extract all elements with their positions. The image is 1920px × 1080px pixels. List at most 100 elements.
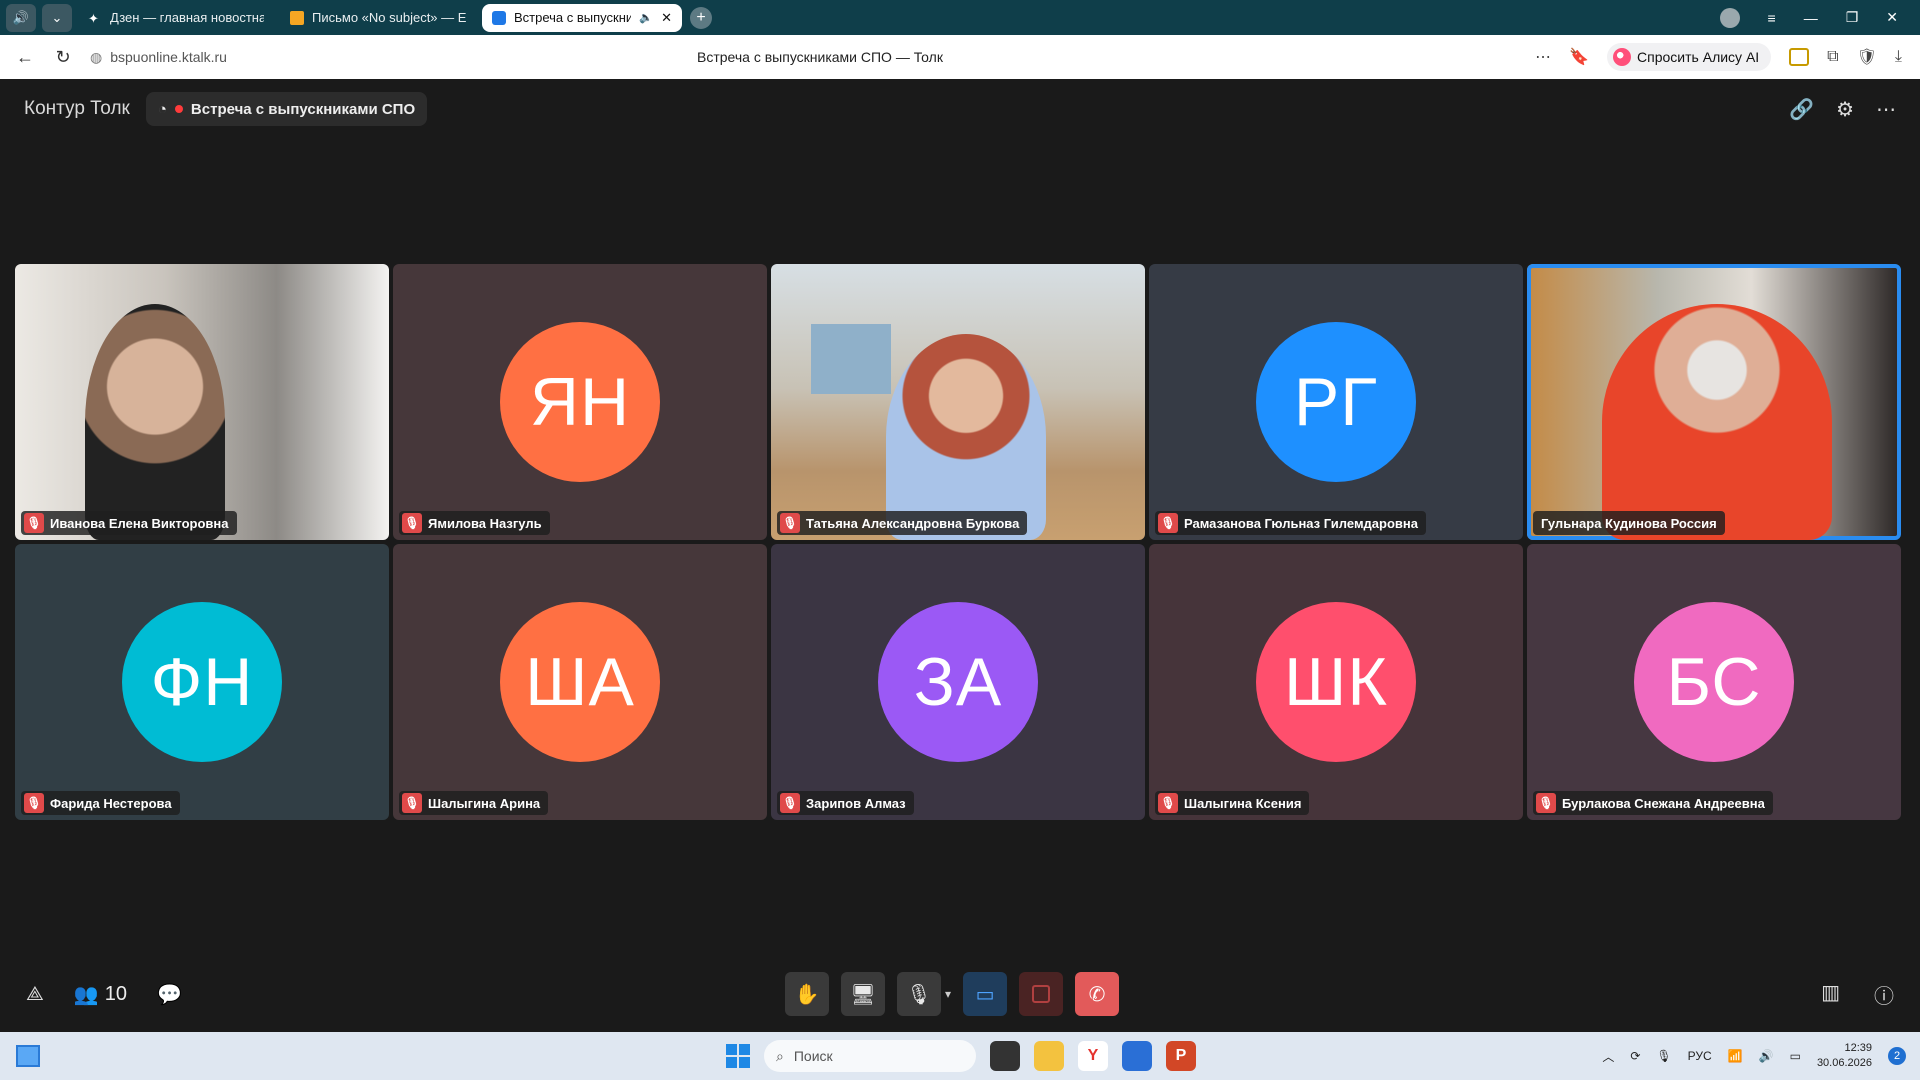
leave-call-button[interactable]: ✆ <box>1075 972 1120 1016</box>
volume-icon[interactable]: 🔊 <box>1759 1049 1774 1063</box>
mic-off-icon: 🎙 <box>1158 793 1178 813</box>
participant-tile[interactable]: 🎙 Иванова Елена Викторовна <box>15 264 389 540</box>
page-title: Встреча с выпускниками СПО — Толк <box>697 49 943 65</box>
help-icon[interactable]: ⓘ <box>1874 980 1894 1009</box>
site-info-icon[interactable]: ◍ <box>90 49 102 66</box>
tray-chevron-icon[interactable]: ︿ <box>1602 1048 1614 1065</box>
extensions-icon[interactable]: ⧉ <box>1827 48 1838 66</box>
window-controls: ≡ — ❐ ✕ <box>1719 7 1920 28</box>
participant-name-tag: 🎙 Ямилова Назгуль <box>399 511 550 535</box>
close-window-icon[interactable]: ✕ <box>1886 9 1898 26</box>
monitor-icon: 🖥 <box>850 983 876 1006</box>
participant-name-tag: 🎙 Фарида Нестерова <box>21 791 180 815</box>
meeting-title-pill[interactable]: ◔ Встреча с выпускниками СПО <box>145 92 428 126</box>
notification-badge[interactable]: 2 <box>1888 1047 1906 1065</box>
more-options-icon[interactable]: ⋯ <box>1876 97 1896 122</box>
language-indicator[interactable]: РУС <box>1688 1049 1712 1063</box>
participant-tile[interactable]: 🎙 Татьяна Александровна Буркова <box>771 264 1145 540</box>
meeting-toolbar: ⟁ 👥 10 💬 ✋ 🖥 🎙 ▾ ▭ ✆ ▥ ⓘ <box>0 966 1920 1022</box>
participant-tile[interactable]: ФН 🎙 Фарида Нестерова <box>15 544 389 820</box>
file-explorer-icon[interactable] <box>1034 1041 1064 1071</box>
participant-tile-speaking[interactable]: Гульнара Кудинова Россия <box>1527 264 1901 540</box>
tab-sound-icon[interactable]: 🔈 <box>639 11 653 24</box>
hand-icon: ✋ <box>794 983 820 1006</box>
tabs-dropdown-icon[interactable]: ⌄ <box>42 3 72 32</box>
minimize-icon[interactable]: — <box>1804 10 1818 26</box>
system-tray: ︿ ⟳ 🎙 РУС 📶 🔊 ▭ 12:39 30.06.2026 2 <box>1602 1041 1920 1071</box>
participant-video <box>85 304 225 540</box>
participants-icon: 👥 <box>73 983 99 1006</box>
participant-tile[interactable]: ЯН 🎙 Ямилова Назгуль <box>393 264 767 540</box>
back-icon[interactable]: ← <box>12 47 38 68</box>
participant-tile[interactable]: ШК 🎙 Шалыгина Ксения <box>1149 544 1523 820</box>
windows-taskbar: ⌕ Поиск Y P ︿ ⟳ 🎙 РУС 📶 🔊 ▭ 12:39 30.06.… <box>0 1032 1920 1080</box>
new-tab-button[interactable]: + <box>690 6 712 29</box>
participant-avatar: ШК <box>1256 602 1416 762</box>
participant-tile[interactable]: РГ 🎙 Рамазанова Гюльназ Гилемдаровна <box>1149 264 1523 540</box>
participant-avatar: ЗА <box>878 602 1038 762</box>
participant-video <box>886 334 1046 540</box>
mic-off-icon: 🎙 <box>24 793 44 813</box>
participants-grid: 🎙 Иванова Елена Викторовна ЯН 🎙 Ямилова … <box>15 264 1903 828</box>
tab-mail[interactable]: Письмо «No subject» — E <box>280 4 476 32</box>
participant-name-tag: 🎙 Иванова Елена Викторовна <box>21 511 237 535</box>
protect-icon[interactable]: 🛡 <box>1857 47 1877 67</box>
meeting-info-icon: ◔ <box>157 100 167 118</box>
url-field[interactable]: ◍ bspuonline.ktalk.ru <box>90 49 227 66</box>
store-icon[interactable] <box>1122 1041 1152 1071</box>
sync-icon[interactable]: ⟳ <box>1630 1049 1640 1063</box>
participant-avatar: ША <box>500 602 660 762</box>
participant-name-tag: 🎙 Татьяна Александровна Буркова <box>777 511 1028 535</box>
profile-icon[interactable] <box>1719 7 1740 28</box>
battery-saver-icon[interactable] <box>1789 48 1810 66</box>
participant-avatar: РГ <box>1256 322 1416 482</box>
link-icon[interactable]: 🔗 <box>1789 97 1814 122</box>
participant-video <box>1602 304 1832 540</box>
menu-icon[interactable]: ≡ <box>1768 10 1776 26</box>
widgets-icon[interactable] <box>16 1045 40 1067</box>
mic-options-chevron-icon[interactable]: ▾ <box>945 987 951 1001</box>
chat-icon[interactable]: 💬 <box>157 982 182 1007</box>
record-button[interactable] <box>1019 972 1064 1016</box>
more-dots-icon[interactable]: ⋯ <box>1535 47 1551 67</box>
camera-button[interactable]: ▭ <box>963 972 1008 1016</box>
wifi-icon[interactable]: 📶 <box>1728 1049 1743 1063</box>
screen-share-button[interactable]: 🖥 <box>841 972 885 1016</box>
microphone-button[interactable]: 🎙 <box>897 972 941 1016</box>
camera-icon: ▭ <box>975 983 995 1006</box>
downloads-icon[interactable]: ⤓ <box>1895 48 1902 66</box>
participant-avatar: ЯН <box>500 322 660 482</box>
reload-icon[interactable]: ↻ <box>50 47 76 68</box>
participant-name-tag: 🎙 Рамазанова Гюльназ Гилемдаровна <box>1155 511 1426 535</box>
mic-off-icon: 🎙 <box>24 513 44 533</box>
alice-icon <box>1613 48 1632 66</box>
apps-shapes-icon[interactable]: ⟁ <box>26 983 44 1006</box>
yandex-browser-icon[interactable]: Y <box>1078 1041 1108 1071</box>
tab-close-icon[interactable]: ✕ <box>661 10 672 26</box>
settings-gear-icon[interactable]: ⚙ <box>1836 97 1854 122</box>
brand-logo: Контур Толк <box>24 98 130 119</box>
participant-name-tag: 🎙 Шалыгина Арина <box>399 791 549 815</box>
task-view-icon[interactable] <box>990 1041 1020 1071</box>
mic-off-icon: 🎙 <box>402 513 422 533</box>
ask-alice-button[interactable]: Спросить Алису AI <box>1607 43 1772 71</box>
raise-hand-button[interactable]: ✋ <box>785 972 829 1016</box>
mic-muted-icon: 🎙 <box>906 983 932 1006</box>
taskbar-search[interactable]: ⌕ Поиск <box>764 1040 976 1072</box>
tab-dzen[interactable]: ✦ Дзен — главная новостна <box>78 4 274 32</box>
microphone-tray-icon[interactable]: 🎙 <box>1656 1049 1671 1063</box>
layout-icon[interactable]: ▥ <box>1821 980 1840 1009</box>
tab-audio-icon[interactable]: 🔊 <box>6 3 36 32</box>
restore-icon[interactable]: ❐ <box>1846 9 1859 26</box>
participant-tile[interactable]: ЗА 🎙 Зарипов Алмаз <box>771 544 1145 820</box>
tab-meeting[interactable]: Встреча с выпускни 🔈 ✕ <box>482 3 682 32</box>
start-icon[interactable] <box>726 1044 750 1068</box>
bookmark-icon[interactable]: 🔖 <box>1569 47 1589 67</box>
participant-tile[interactable]: ША 🎙 Шалыгина Арина <box>393 544 767 820</box>
battery-icon[interactable]: ▭ <box>1790 1049 1801 1063</box>
participants-button[interactable]: 👥 10 <box>74 982 127 1007</box>
participant-tile[interactable]: БС 🎙 Бурлакова Снежана Андреевна <box>1527 544 1901 820</box>
dzen-icon: ✦ <box>88 10 99 26</box>
clock[interactable]: 12:39 30.06.2026 <box>1817 1041 1872 1071</box>
powerpoint-icon[interactable]: P <box>1166 1041 1196 1071</box>
